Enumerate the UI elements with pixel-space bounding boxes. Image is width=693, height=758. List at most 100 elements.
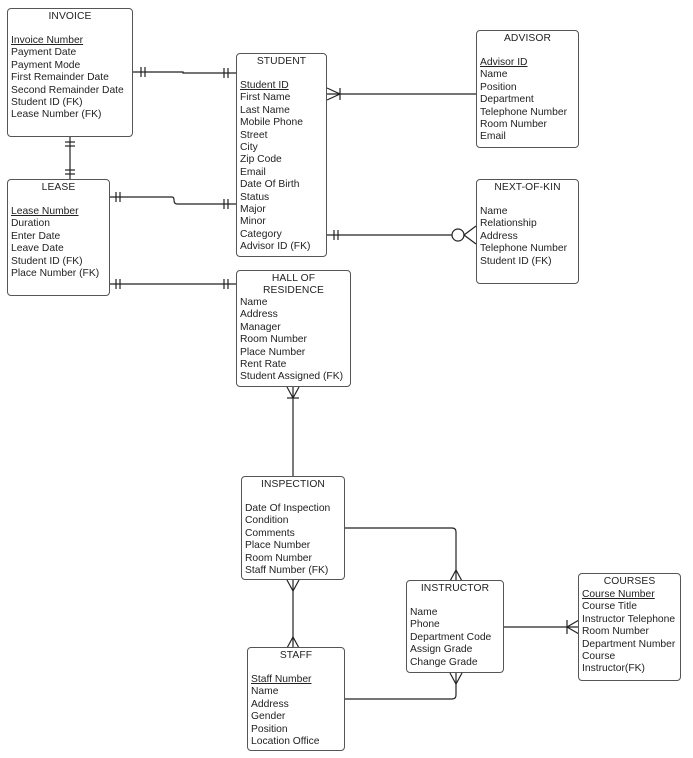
entity-title: NEXT-OF-KIN (494, 182, 561, 193)
primary-key-attribute: Advisor ID (480, 57, 528, 68)
attribute: First Remainder Date (11, 72, 109, 84)
attribute: Department Number (582, 638, 676, 650)
primary-key-attribute: Student ID (240, 80, 289, 91)
entity-courses[interactable]: COURSES Course Number Course Title Instruc… (578, 573, 681, 681)
attribute: Name (480, 69, 508, 81)
attribute: Payment Mode (11, 59, 81, 71)
attribute: Zip Code (240, 154, 282, 166)
entity-title: LEASE (41, 182, 76, 193)
entity-student[interactable]: STUDENT Student ID First Name Last Name Mob… (236, 53, 327, 257)
attribute: Address (251, 698, 289, 710)
attribute: Name (251, 686, 279, 698)
attribute: Room Number (240, 334, 307, 346)
attribute-list: Student ID First Name Last Name Mobile Phon… (240, 80, 323, 254)
attribute: Staff Number (FK) (245, 565, 329, 577)
entity-title: STAFF (279, 650, 313, 661)
zero-circle-mark (451, 228, 465, 242)
rel-lease-student (110, 196, 236, 205)
attribute: Name (480, 206, 508, 217)
attribute: First Name (240, 92, 291, 104)
attribute: Place Number (245, 540, 311, 552)
entity-invoice[interactable]: INVOICE Invoice Number Payment Date Paymen… (7, 8, 133, 137)
attribute: Location Office (251, 736, 320, 748)
attribute: Telephone Number (480, 106, 568, 118)
attribute: Gender (251, 711, 286, 723)
entity-title: INSPECTION (261, 479, 325, 490)
attribute: Phone (410, 619, 440, 631)
attribute: Date Of Inspection (245, 503, 331, 514)
attribute-list: Advisor ID Name Position Department Telephon… (480, 57, 575, 144)
attribute-list: Staff Number Name Address Gender Position Loc… (251, 674, 341, 748)
entity-title: INSTRUCTOR (420, 583, 490, 594)
attribute: Lease Number (FK) (11, 109, 102, 121)
attribute: Instructor(FK) (582, 663, 645, 675)
attribute: Student ID (FK) (11, 255, 83, 267)
attribute: Room Number (480, 119, 547, 131)
attribute: Enter Date (11, 230, 61, 242)
attribute: Category (240, 228, 282, 240)
attribute: Telephone Number (480, 243, 568, 255)
attribute-list: Invoice Number Payment Date Payment Mode Fi… (11, 35, 129, 122)
entity-hall-of-residence[interactable]: HALL OF RESIDENCE Name Address Manager Room… (236, 270, 351, 387)
attribute: Change Grade (410, 656, 478, 668)
primary-key-attribute: Lease Number (11, 206, 79, 217)
attribute: Room Number (245, 552, 312, 564)
attribute: Second Remainder Date (11, 84, 124, 96)
rel-inspection-instructor (345, 527, 457, 581)
rel-invoice-student (133, 71, 236, 74)
attribute: Major (240, 204, 266, 216)
entity-inspection[interactable]: INSPECTION Date Of Inspection Condition Co… (241, 476, 345, 580)
crows-foot-mark (463, 225, 477, 245)
entity-advisor[interactable]: ADVISOR Advisor ID Name Position Department… (476, 30, 579, 148)
attribute: Student Assigned (FK) (240, 371, 344, 383)
primary-key-attribute: Invoice Number (11, 35, 84, 46)
attribute: Mobile Phone (240, 117, 303, 129)
attribute: Email (480, 131, 506, 143)
attribute: Status (240, 191, 270, 203)
er-diagram-canvas: INVOICE Invoice Number Payment Date Paymen… (0, 0, 693, 758)
entity-title: STUDENT (256, 56, 307, 67)
attribute-list: Lease Number Duration Enter Date Leave Date… (11, 206, 106, 280)
attribute: Address (480, 230, 518, 242)
attribute: Position (251, 723, 288, 735)
attribute: Position (480, 81, 517, 93)
attribute-list: Course Number Course Title Instructor Tele… (582, 589, 677, 676)
attribute: Manager (240, 321, 281, 333)
attribute: Date Of Birth (240, 179, 300, 191)
attribute: Student ID (FK) (11, 97, 83, 109)
primary-key-attribute: Staff Number (251, 674, 312, 685)
attribute: Place Number (FK) (11, 268, 100, 280)
attribute: Course (582, 651, 616, 663)
entity-title: ADVISOR (503, 33, 552, 44)
attribute: Minor (240, 216, 266, 228)
attribute: Name (240, 297, 268, 308)
attribute: Department Code (410, 631, 492, 643)
attribute: Course Title (582, 601, 637, 613)
attribute-list: Date Of Inspection Condition Comments Place… (245, 503, 341, 577)
entity-title: COURSES (603, 576, 656, 587)
attribute: Condition (245, 515, 289, 527)
attribute: Place Number (240, 346, 306, 358)
entity-title: INVOICE (48, 11, 92, 22)
attribute: Comments (245, 527, 295, 539)
attribute-list: Name Phone Department Code Assign Grade Chan… (410, 607, 500, 669)
attribute: Street (240, 129, 268, 141)
attribute: Address (240, 309, 278, 321)
attribute: Rent Rate (240, 359, 287, 371)
rel-staff-instructor (345, 673, 457, 700)
attribute-list: Name Relationship Address Telephone Number S… (480, 206, 575, 268)
entity-staff[interactable]: STAFF Staff Number Name Address Gender Posit… (247, 647, 345, 751)
attribute: Relationship (480, 218, 537, 230)
attribute: Advisor ID (FK) (240, 241, 311, 253)
entity-lease[interactable]: LEASE Lease Number Duration Enter Date Leav… (7, 179, 110, 296)
entity-title: HALL OF RESIDENCE (263, 273, 324, 297)
attribute: Assign Grade (410, 644, 473, 656)
primary-key-attribute: Course Number (582, 589, 655, 600)
attribute: City (240, 142, 258, 154)
attribute: Room Number (582, 626, 649, 638)
entity-next-of-kin[interactable]: NEXT-OF-KIN Name Relationship Address Telep… (476, 179, 579, 284)
attribute: Duration (11, 218, 50, 230)
entity-instructor[interactable]: INSTRUCTOR Name Phone Department Code Assig… (406, 580, 504, 673)
attribute: Leave Date (11, 243, 64, 255)
attribute: Student ID (FK) (480, 255, 552, 267)
